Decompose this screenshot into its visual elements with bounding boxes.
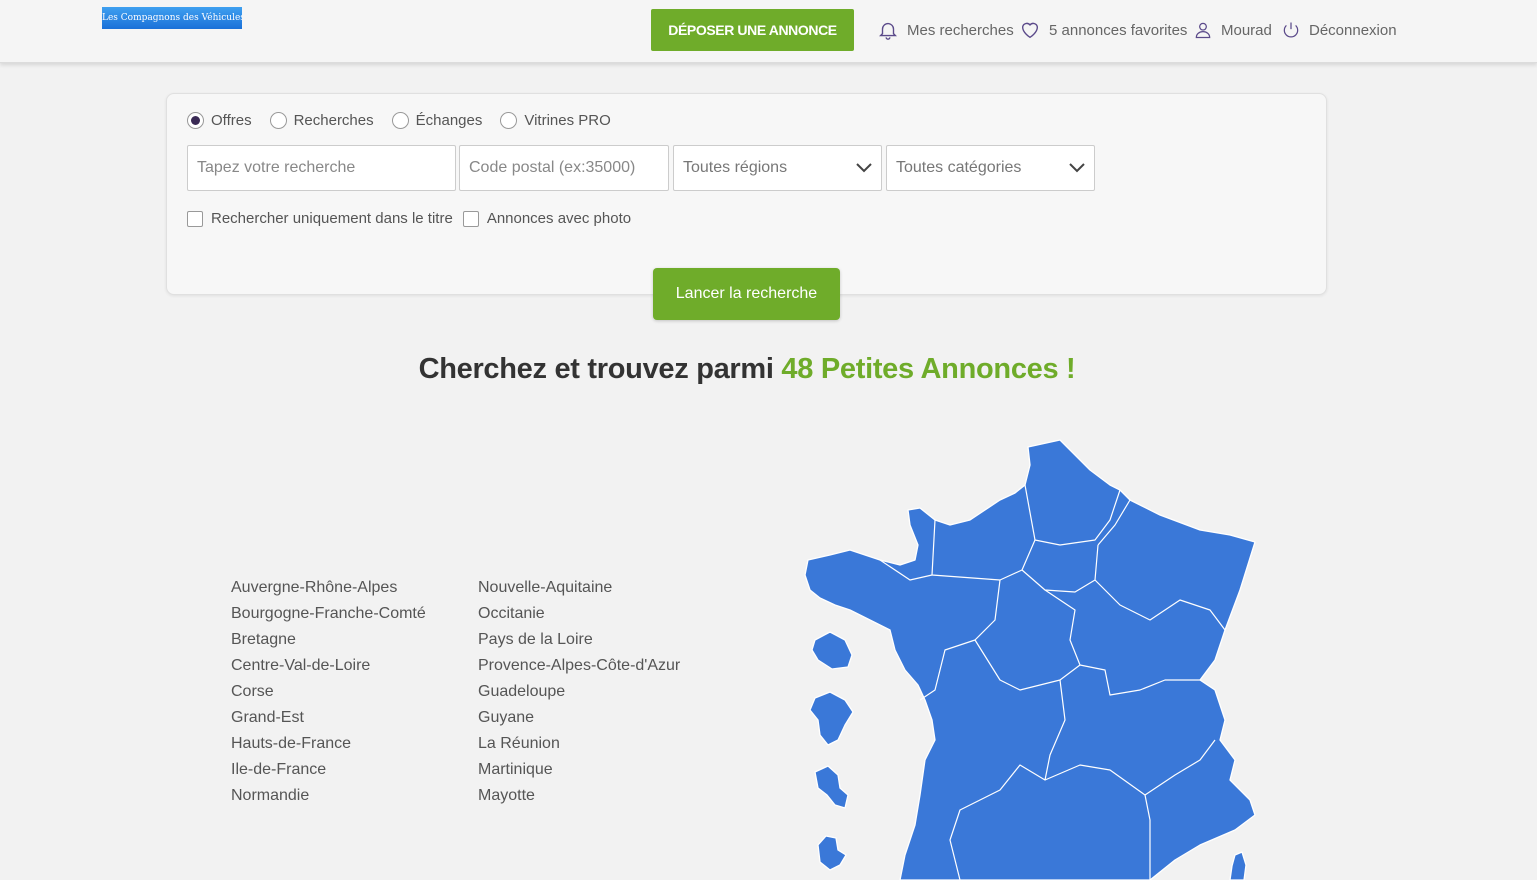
search-query-field[interactable] bbox=[187, 145, 456, 191]
region-link[interactable]: La Réunion bbox=[478, 731, 680, 757]
map-reunion[interactable] bbox=[814, 765, 849, 809]
nav-my-searches[interactable]: Mes recherches bbox=[877, 16, 1014, 44]
category-select[interactable]: Toutes catégories bbox=[886, 145, 1095, 191]
region-list-right: Nouvelle-Aquitaine Occitanie Pays de la … bbox=[478, 575, 680, 809]
radio-offres[interactable]: Offres bbox=[187, 112, 252, 129]
launch-search-button[interactable]: Lancer la recherche bbox=[653, 268, 840, 320]
nav-favorites[interactable]: 5 annonces favorites bbox=[1019, 16, 1187, 44]
title-only-label: Rechercher uniquement dans le titre bbox=[211, 210, 453, 227]
region-link[interactable]: Hauts-de-France bbox=[231, 731, 426, 757]
title-only-option[interactable]: Rechercher uniquement dans le titre bbox=[187, 210, 453, 227]
nav-profile-label: Mourad bbox=[1221, 21, 1272, 39]
user-icon bbox=[1195, 22, 1211, 39]
post-ad-button[interactable]: DÉPOSER UNE ANNONCE bbox=[651, 9, 854, 51]
region-list-left: Auvergne-Rhône-Alpes Bourgogne-Franche-C… bbox=[231, 575, 426, 809]
postal-code-field[interactable] bbox=[459, 145, 669, 191]
map-guyane[interactable] bbox=[809, 691, 854, 746]
region-link[interactable]: Normandie bbox=[231, 783, 426, 809]
radio-echanges-control[interactable] bbox=[391, 112, 409, 129]
region-link[interactable]: Guadeloupe bbox=[478, 679, 680, 705]
bell-icon bbox=[879, 22, 897, 40]
photo-only-option[interactable]: Annonces avec photo bbox=[462, 210, 632, 227]
map-mainland[interactable] bbox=[804, 439, 1256, 880]
region-link[interactable]: Corse bbox=[231, 679, 426, 705]
region-link[interactable]: Auvergne-Rhône-Alpes bbox=[231, 575, 426, 601]
map-corse[interactable] bbox=[1229, 851, 1247, 880]
france-region-map[interactable] bbox=[800, 430, 1270, 880]
postal-code-input[interactable] bbox=[469, 159, 659, 177]
region-select[interactable]: Toutes régions bbox=[673, 145, 882, 191]
chevron-down-icon bbox=[856, 163, 872, 173]
search-input[interactable] bbox=[197, 159, 446, 177]
photo-only-label: Annonces avec photo bbox=[486, 210, 632, 227]
region-link[interactable]: Mayotte bbox=[478, 783, 680, 809]
radio-recherches[interactable]: Recherches bbox=[269, 112, 374, 129]
france-map-svg bbox=[804, 439, 1256, 880]
radio-offres-control[interactable] bbox=[187, 112, 204, 129]
category-select-value: Toutes catégories bbox=[896, 159, 1022, 176]
region-link[interactable]: Pays de la Loire bbox=[478, 627, 680, 653]
radio-recherches-label: Recherches bbox=[293, 112, 374, 129]
region-link[interactable]: Occitanie bbox=[478, 601, 680, 627]
photo-only-checkbox[interactable] bbox=[462, 210, 479, 227]
search-panel: Offres Recherches Échanges Vitrines PRO … bbox=[166, 93, 1327, 295]
nav-favorites-label: 5 annonces favorites bbox=[1049, 21, 1188, 39]
headline-prefix: Cherchez et trouvez parmi bbox=[418, 353, 782, 385]
page-headline: Cherchez et trouvez parmi 48 Petites Ann… bbox=[0, 353, 1494, 386]
power-icon bbox=[1283, 22, 1299, 38]
nav-logout[interactable]: Déconnexion bbox=[1281, 16, 1397, 44]
region-link[interactable]: Ile-de-France bbox=[231, 757, 426, 783]
region-link[interactable]: Centre-Val-de-Loire bbox=[231, 653, 426, 679]
region-link[interactable]: Bourgogne-Franche-Comté bbox=[231, 601, 426, 627]
nav-my-searches-label: Mes recherches bbox=[907, 21, 1014, 39]
heart-icon bbox=[1021, 22, 1039, 39]
region-link[interactable]: Bretagne bbox=[231, 627, 426, 653]
chevron-down-icon bbox=[1069, 163, 1085, 173]
radio-echanges[interactable]: Échanges bbox=[391, 112, 483, 129]
map-martinique[interactable] bbox=[817, 835, 847, 871]
site-logo[interactable]: Les Compagnons des Véhicules bbox=[102, 7, 242, 29]
ad-type-radio-group: Offres Recherches Échanges Vitrines PRO bbox=[187, 112, 611, 129]
nav-logout-label: Déconnexion bbox=[1309, 21, 1397, 39]
region-link[interactable]: Guyane bbox=[478, 705, 680, 731]
map-guadeloupe[interactable] bbox=[811, 631, 853, 670]
region-link[interactable]: Grand-Est bbox=[231, 705, 426, 731]
nav-profile[interactable]: Mourad bbox=[1193, 16, 1272, 44]
region-link[interactable]: Martinique bbox=[478, 757, 680, 783]
region-link[interactable]: Nouvelle-Aquitaine bbox=[478, 575, 680, 601]
search-options: Rechercher uniquement dans le titre Anno… bbox=[187, 210, 631, 227]
radio-vitrines-pro[interactable]: Vitrines PRO bbox=[500, 112, 611, 129]
radio-echanges-label: Échanges bbox=[415, 112, 483, 129]
title-only-checkbox[interactable] bbox=[187, 210, 203, 227]
radio-vitrines-pro-control[interactable] bbox=[500, 112, 518, 129]
radio-offres-label: Offres bbox=[211, 112, 252, 129]
radio-recherches-control[interactable] bbox=[269, 112, 287, 129]
radio-vitrines-pro-label: Vitrines PRO bbox=[524, 112, 611, 129]
headline-count: 48 Petites Annonces ! bbox=[781, 353, 1076, 385]
top-header: Les Compagnons des Véhicules DÉPOSER UNE… bbox=[0, 0, 1537, 63]
region-link[interactable]: Provence-Alpes-Côte-d'Azur bbox=[478, 653, 680, 679]
region-select-value: Toutes régions bbox=[683, 159, 788, 176]
